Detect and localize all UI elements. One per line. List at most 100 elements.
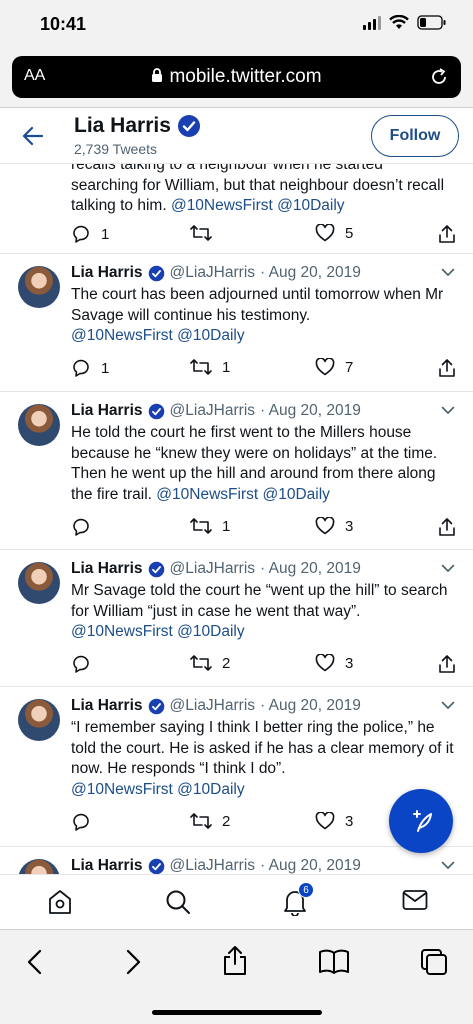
tweet-author-name[interactable]: Lia Harris bbox=[71, 857, 143, 874]
chevron-down-icon[interactable] bbox=[441, 861, 455, 870]
verified-badge-icon bbox=[177, 115, 200, 137]
share-button[interactable] bbox=[438, 224, 456, 244]
heart-icon bbox=[315, 812, 335, 830]
tweet-date[interactable]: · Aug 20, 2019 bbox=[260, 857, 361, 874]
tweet-links[interactable]: @10NewsFirst @10Daily bbox=[71, 327, 245, 344]
battery-icon bbox=[417, 15, 446, 30]
like-button[interactable]: 3 bbox=[315, 517, 353, 535]
profile-name: Lia Harris bbox=[74, 114, 171, 137]
reply-button[interactable] bbox=[71, 654, 101, 674]
url-text: mobile.twitter.com bbox=[169, 66, 322, 87]
tweet-item[interactable]: recalls talking to a neighbour when he s… bbox=[0, 164, 473, 254]
retweet-icon bbox=[190, 813, 212, 829]
like-button[interactable]: 5 bbox=[315, 224, 353, 242]
tweet-author-name[interactable]: Lia Harris bbox=[71, 697, 143, 715]
like-button[interactable]: 7 bbox=[315, 358, 353, 376]
tabs-icon[interactable] bbox=[420, 948, 448, 976]
share-button[interactable] bbox=[438, 517, 456, 537]
tweet-item[interactable]: Lia Harris @LiaJHarris · Aug 20, 2019 bbox=[0, 847, 473, 874]
compose-feather-icon bbox=[413, 810, 432, 832]
home-icon[interactable] bbox=[48, 889, 72, 915]
retweet-icon bbox=[190, 225, 212, 241]
tweet-author-name[interactable]: Lia Harris bbox=[71, 560, 143, 578]
chevron-down-icon[interactable] bbox=[441, 268, 455, 277]
tweet-links[interactable]: @10NewsFirst @10Daily bbox=[171, 197, 345, 214]
bookmarks-icon[interactable] bbox=[318, 948, 350, 974]
compose-tweet-button[interactable] bbox=[389, 789, 453, 853]
tweet-handle[interactable]: @LiaJHarris bbox=[170, 560, 256, 578]
reply-icon bbox=[73, 225, 89, 243]
tweet-date[interactable]: · Aug 20, 2019 bbox=[260, 697, 361, 715]
lock-icon bbox=[152, 68, 163, 82]
back-arrow-icon[interactable] bbox=[22, 126, 44, 146]
reply-button[interactable] bbox=[71, 812, 101, 832]
retweet-icon bbox=[190, 655, 212, 671]
avatar[interactable] bbox=[18, 562, 60, 604]
url-bar[interactable]: AA mobile.twitter.com bbox=[12, 56, 461, 98]
tweet-handle[interactable]: @LiaJHarris bbox=[170, 697, 256, 715]
url-bar-container: AA mobile.twitter.com bbox=[0, 52, 473, 108]
like-count: 7 bbox=[345, 358, 354, 376]
tweet-header: Lia Harris @LiaJHarris · Aug 20, 2019 bbox=[71, 402, 361, 420]
tweet-date[interactable]: · Aug 20, 2019 bbox=[260, 264, 361, 282]
avatar[interactable] bbox=[18, 859, 60, 874]
retweet-icon bbox=[190, 359, 212, 375]
avatar[interactable] bbox=[18, 699, 60, 741]
tweet-item[interactable]: Lia Harris @LiaJHarris · Aug 20, 2019 He… bbox=[0, 392, 473, 550]
tweet-date[interactable]: · Aug 20, 2019 bbox=[260, 402, 361, 420]
like-button[interactable]: 3 bbox=[315, 812, 353, 830]
bottom-navigation: 6 bbox=[0, 874, 473, 929]
retweet-button[interactable]: 2 bbox=[190, 654, 230, 672]
tweet-actions: 2 3 bbox=[71, 654, 455, 676]
avatar[interactable] bbox=[18, 404, 60, 446]
heart-icon bbox=[315, 358, 335, 376]
tweet-item[interactable]: Lia Harris @LiaJHarris · Aug 20, 2019 Mr… bbox=[0, 550, 473, 687]
messages-icon[interactable] bbox=[402, 889, 428, 911]
tweet-text: recalls talking to a neighbour when he s… bbox=[71, 164, 451, 217]
tweet-links[interactable]: @10NewsFirst @10Daily bbox=[156, 486, 330, 503]
share-icon bbox=[439, 225, 455, 243]
verified-badge-icon bbox=[148, 265, 164, 281]
retweet-button[interactable]: 2 bbox=[190, 812, 230, 830]
chevron-down-icon[interactable] bbox=[441, 701, 455, 710]
tweet-header: Lia Harris @LiaJHarris · Aug 20, 2019 bbox=[71, 264, 361, 282]
verified-badge-icon bbox=[148, 698, 164, 714]
share-sheet-icon[interactable] bbox=[222, 944, 248, 976]
reply-button[interactable]: 1 bbox=[71, 224, 109, 244]
tweet-text: He told the court he first went to the M… bbox=[71, 423, 456, 505]
tweet-links[interactable]: @10NewsFirst @10Daily bbox=[71, 781, 245, 798]
tweet-item[interactable]: Lia Harris @LiaJHarris · Aug 20, 2019 Th… bbox=[0, 254, 473, 392]
reply-count: 1 bbox=[101, 359, 110, 377]
chevron-down-icon[interactable] bbox=[441, 406, 455, 415]
tweet-feed[interactable]: recalls talking to a neighbour when he s… bbox=[0, 164, 473, 874]
retweet-button[interactable]: 1 bbox=[190, 358, 230, 376]
tweet-handle[interactable]: @LiaJHarris bbox=[170, 857, 256, 874]
reload-icon[interactable] bbox=[429, 67, 449, 87]
chevron-down-icon[interactable] bbox=[441, 564, 455, 573]
search-icon[interactable] bbox=[165, 889, 191, 915]
reply-button[interactable]: 1 bbox=[71, 358, 109, 378]
verified-badge-icon bbox=[148, 561, 164, 577]
reply-icon bbox=[73, 518, 89, 536]
share-button[interactable] bbox=[438, 358, 456, 378]
tweet-handle[interactable]: @LiaJHarris bbox=[170, 264, 256, 282]
url-display[interactable]: mobile.twitter.com bbox=[12, 66, 461, 88]
tweet-text: “I remember saying I think I better ring… bbox=[71, 718, 456, 800]
tweet-body: Mr Savage told the court he “went up the… bbox=[71, 582, 448, 620]
retweet-count: 1 bbox=[222, 517, 231, 535]
like-button[interactable]: 3 bbox=[315, 654, 353, 672]
browser-back-icon[interactable] bbox=[26, 948, 44, 976]
retweet-button[interactable]: 1 bbox=[190, 517, 230, 535]
follow-button[interactable]: Follow bbox=[371, 115, 459, 157]
retweet-button[interactable] bbox=[190, 224, 222, 242]
reply-icon bbox=[73, 359, 89, 377]
browser-forward-icon[interactable] bbox=[124, 948, 142, 976]
tweet-links[interactable]: @10NewsFirst @10Daily bbox=[71, 623, 245, 640]
share-button[interactable] bbox=[438, 654, 456, 674]
tweet-author-name[interactable]: Lia Harris bbox=[71, 402, 143, 420]
avatar[interactable] bbox=[18, 266, 60, 308]
tweet-date[interactable]: · Aug 20, 2019 bbox=[260, 560, 361, 578]
reply-button[interactable] bbox=[71, 517, 101, 537]
tweet-author-name[interactable]: Lia Harris bbox=[71, 264, 143, 282]
tweet-handle[interactable]: @LiaJHarris bbox=[170, 402, 256, 420]
